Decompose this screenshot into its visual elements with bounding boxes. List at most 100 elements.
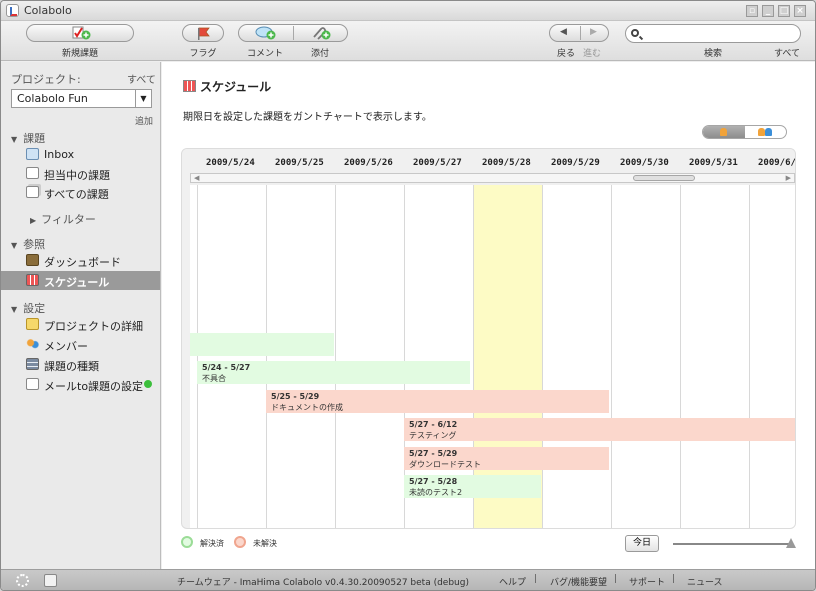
sidebar-item-label: メンバー [44, 340, 88, 353]
page-title: スケジュール [200, 80, 272, 94]
close-icon[interactable]: × [794, 5, 806, 17]
section-settings[interactable]: ▼ 設定 [11, 300, 45, 316]
gantt-grid-line [197, 185, 198, 528]
gantt-grid-line [335, 185, 336, 528]
new-issue-button[interactable] [26, 24, 134, 42]
search-box [625, 24, 801, 43]
arrow-left-icon: ◀ [560, 27, 567, 37]
all-users-view-button[interactable] [746, 126, 786, 138]
maximize-icon[interactable]: □ [778, 5, 790, 17]
sidebar-item-schedule[interactable]: スケジュール [1, 271, 160, 290]
history-nav-group: ◀ ▶ [549, 24, 609, 42]
gantt-task-bar[interactable]: 5/25 - 5/29 ドキュメントの作成 [266, 390, 609, 413]
minimize-to-tray-icon[interactable]: ▫ [746, 5, 758, 17]
inbox-icon [26, 148, 39, 160]
sidebar-item-inbox[interactable]: Inbox [1, 145, 160, 164]
task-title: テスティング [409, 431, 457, 440]
chevron-down-icon[interactable]: ▼ [135, 90, 151, 107]
status-bar: チームウェア - ImaHima Colabolo v0.4.30.200905… [1, 569, 815, 590]
section-reference[interactable]: ▼ 参照 [11, 236, 45, 252]
gantt-date-label: 2009/5/24 [206, 158, 255, 168]
help-link[interactable]: ヘルプ [499, 575, 526, 588]
app-window: Colabolo ▫ _ □ × 新規課題 フラグ コメント 添付 ◀ ▶ 戻る… [0, 0, 816, 591]
settings-icon[interactable] [44, 574, 57, 587]
comment-attach-group [238, 24, 348, 42]
gantt-date-label: 2009/5/27 [413, 158, 462, 168]
today-button[interactable]: 今日 [625, 535, 659, 552]
sidebar-item-all-issues[interactable]: すべての課題 [1, 183, 160, 202]
flag-button[interactable] [182, 24, 224, 42]
gantt-task-bar[interactable]: 5/24 - 5/27 不具合 [197, 361, 470, 384]
scroll-left-icon[interactable]: ◀ [194, 174, 199, 182]
resolved-legend-label: 解決済 [200, 539, 224, 548]
gantt-task-bar[interactable] [190, 333, 334, 356]
unresolved-legend-label: 未解決 [253, 539, 277, 548]
gantt-task-bar[interactable]: 5/27 - 5/29 ダウンロードテスト [404, 447, 609, 470]
gantt-date-label: 2009/5/26 [344, 158, 393, 168]
gantt-body: 5/24 - 5/27 不具合 5/25 - 5/29 ドキュメントの作成 5/27 -… [190, 185, 795, 528]
gantt-date-label: 2009/5/31 [689, 158, 738, 168]
schedule-icon [26, 274, 39, 286]
forward-label: 進む [582, 49, 601, 59]
search-input[interactable] [644, 26, 794, 41]
forward-button[interactable]: ▶ [581, 25, 610, 41]
task-title: 未読のテスト2 [409, 488, 463, 497]
gantt-task-bar[interactable]: 5/27 - 6/12 テスティング [404, 418, 795, 441]
comment-button[interactable] [239, 25, 293, 41]
disclosure-triangle-icon: ▶ [30, 216, 37, 225]
attach-button[interactable] [294, 25, 348, 41]
issue-types-icon [26, 358, 39, 370]
project-label: プロジェクト: [11, 73, 81, 86]
link-separator: | [614, 574, 618, 584]
scrollbar-thumb[interactable] [633, 175, 695, 181]
sidebar-item-issue-types[interactable]: 課題の種類 [1, 355, 160, 374]
arrow-right-icon: ▶ [590, 27, 597, 37]
gantt-horizontal-scrollbar[interactable]: ◀ ▶ [190, 173, 795, 183]
zoom-slider-track[interactable] [673, 543, 793, 545]
bug-report-link[interactable]: バグ/機能要望 [550, 575, 607, 588]
gantt-date-label: 2009/5/29 [551, 158, 600, 168]
users-icon [765, 128, 772, 136]
members-icon [26, 338, 39, 350]
sidebar-item-label: メールto課題の設定 [44, 380, 144, 393]
add-project-link[interactable]: 追加 [135, 114, 153, 127]
sidebar-item-project-details[interactable]: プロジェクトの詳細 [1, 315, 160, 334]
project-select-value: Colabolo Fun [17, 92, 88, 105]
filter-toggle[interactable]: ▶ フィルター [30, 211, 96, 227]
user-icon [720, 128, 727, 136]
sidebar-item-label: Inbox [44, 148, 75, 161]
project-select[interactable]: Colabolo Fun ▼ [11, 89, 152, 108]
page-description: 期限日を設定した課題をガントチャートで表示します。 [183, 112, 432, 123]
project-all-link[interactable]: すべて [127, 71, 156, 86]
flag-label: フラグ [189, 49, 217, 59]
gantt-grid-line [542, 185, 543, 528]
task-date-range: 5/27 - 6/12 [409, 420, 458, 429]
comment-icon [255, 26, 276, 40]
task-title: ドキュメントの作成 [271, 403, 343, 412]
section-issues-label: 課題 [23, 132, 46, 145]
window-title: Colabolo [24, 4, 72, 17]
attach-label: 添付 [310, 49, 329, 59]
support-link[interactable]: サポート [629, 575, 665, 588]
sidebar-item-label: 担当中の課題 [44, 169, 110, 182]
sidebar-item-dashboard[interactable]: ダッシュボード [1, 251, 160, 270]
section-reference-label: 参照 [23, 238, 46, 251]
sidebar-item-assigned[interactable]: 担当中の課題 [1, 164, 160, 183]
task-date-range: 5/27 - 5/29 [409, 449, 458, 458]
all-issues-icon [26, 186, 39, 198]
task-date-range: 5/24 - 5/27 [202, 363, 251, 372]
gantt-task-bar[interactable]: 5/27 - 5/28 未読のテスト2 [404, 475, 541, 498]
sidebar: プロジェクト: すべて Colabolo Fun ▼ 追加 ▼ 課題 Inbox … [1, 62, 161, 569]
news-link[interactable]: ニュース [687, 575, 723, 588]
zoom-slider-thumb[interactable] [786, 538, 796, 548]
toolbar: 新規課題 フラグ コメント 添付 ◀ ▶ 戻る 進む 検索 すべて [1, 21, 815, 61]
section-issues[interactable]: ▼ 課題 [11, 130, 45, 146]
search-all-link[interactable]: すべて [771, 46, 803, 59]
sidebar-item-members[interactable]: メンバー [1, 335, 160, 354]
minimize-icon[interactable]: _ [762, 5, 774, 17]
scroll-right-icon[interactable]: ▶ [786, 174, 791, 182]
new-issue-label: 新規課題 [61, 49, 98, 59]
back-button[interactable]: ◀ [550, 25, 580, 41]
sidebar-item-mail-to-issue[interactable]: メールto課題の設定 [1, 375, 160, 394]
single-user-view-button[interactable] [703, 126, 745, 138]
